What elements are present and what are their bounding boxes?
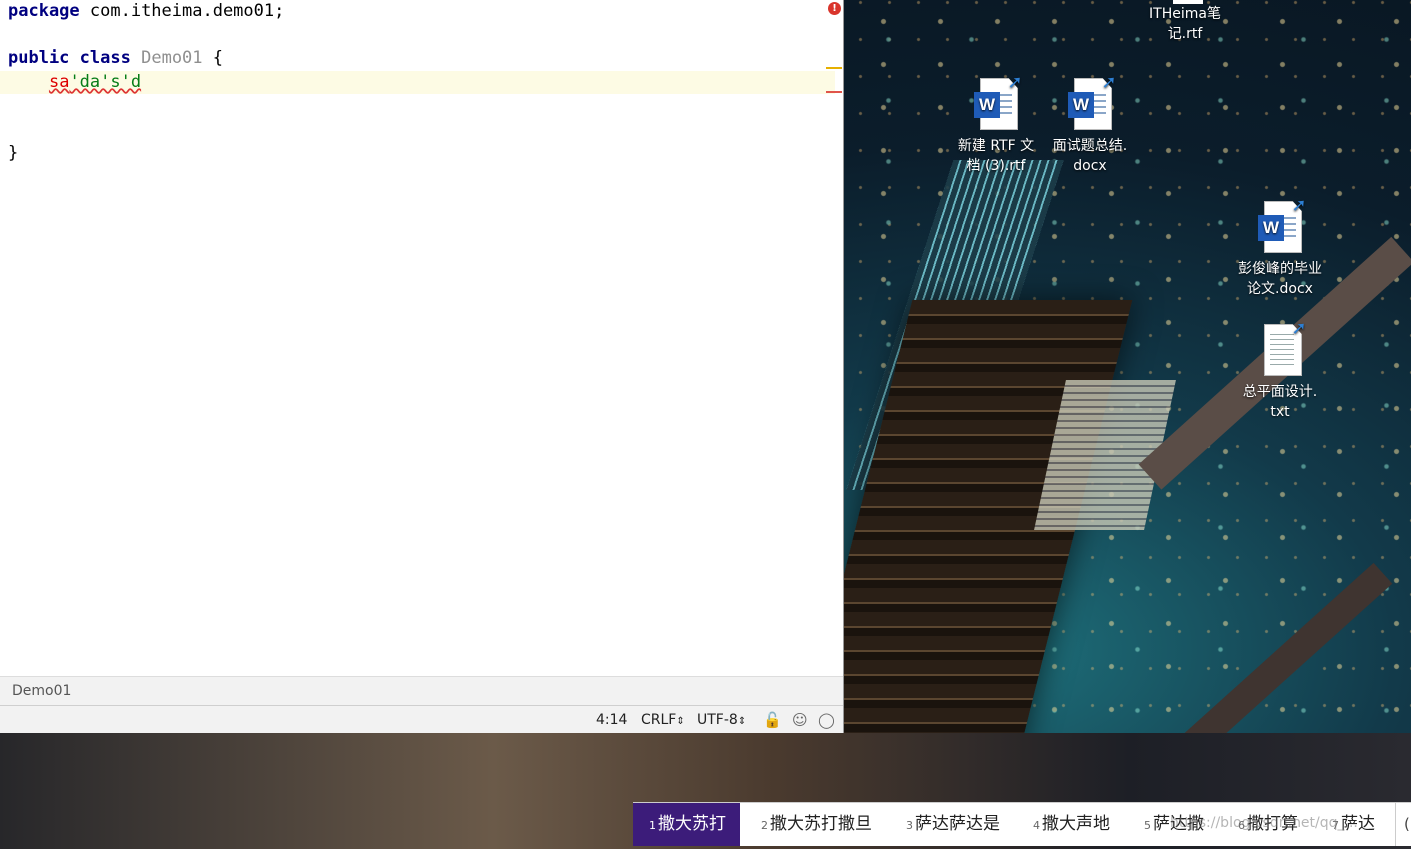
desktop-icon-thesis[interactable]: W ➚ 彭俊峰的毕业 论文.docx [1232,197,1328,299]
desktop-icon-interview-summary[interactable]: W ➚ 面试题总结. docx [1042,74,1138,176]
close-brace: } [8,143,19,163]
shortcut-arrow-icon: ➚ [1101,72,1117,93]
ide-window: package com.itheima.demo01; public class… [0,0,844,733]
desktop-icon-site-plan[interactable]: ➚ 总平面设计. txt [1232,320,1328,422]
candidate-text: 撒大苏打撒旦 [770,814,872,834]
text-file-icon: ➚ [1258,320,1307,376]
word-file-icon: W ➚ [974,74,1023,130]
ime-candidate-4[interactable]: 4 撒大声地 [1033,803,1110,846]
encoding-label: UTF-8 [697,712,738,728]
package-name: com.itheima.demo01; [79,1,285,21]
scrollbar-error-mark[interactable] [826,91,842,93]
code-line-close: } [8,142,18,165]
scrollbar-warning-mark[interactable] [826,67,842,69]
code-editor[interactable]: package com.itheima.demo01; public class… [0,0,843,676]
code-line-current: sa'da's'd [0,71,835,94]
ime-more-button[interactable]: ( [1395,803,1410,846]
shortcut-arrow-icon: ➚ [1291,318,1307,339]
shortcut-arrow-icon: ➚ [1291,195,1307,216]
keyword-class: class [79,48,131,68]
ime-candidate-3[interactable]: 3 萨达萨达是 [906,803,1000,846]
ime-candidate-2[interactable]: 2 撒大苏打撒旦 [761,803,872,846]
candidate-text: 萨达萨达是 [915,814,1000,834]
error-token-char-literal: 'da's'd [69,72,142,92]
candidate-number: 1 [649,819,656,832]
code-line-package: package com.itheima.demo01; [8,0,284,23]
shortcut-arrow-icon: ➚ [1007,72,1023,93]
breadcrumb-item-class[interactable]: Demo01 [12,683,71,699]
word-file-icon: W ➚ [1258,197,1307,253]
desktop-icon-label: 面试题总结. docx [1052,138,1128,174]
word-file-icon: W ➚ [1068,74,1117,130]
notifications-icon[interactable]: ◯ [818,706,835,734]
line-separator-label: CRLF [641,712,677,728]
error-status-icon[interactable]: ! [828,2,841,15]
updown-icon: ⇕ [676,716,685,727]
error-token-identifier: sa [48,72,70,92]
candidate-text: 撒大声地 [1042,814,1110,834]
line-separator-selector[interactable]: CRLF⇕ [641,706,685,736]
lock-icon[interactable]: 🔓 [763,706,782,734]
breadcrumb: Demo01 [0,676,843,705]
updown-icon: ⇕ [737,716,747,727]
rtf-file-icon [1163,0,1207,4]
desktop-icon-label: 新建 RTF 文 档 (3).rtf [957,138,1035,174]
desktop-icon-label: 彭俊峰的毕业 论文.docx [1238,261,1322,297]
open-brace: { [212,48,224,68]
candidate-text: 撒大苏打 [658,814,726,834]
candidate-number: 4 [1033,819,1040,832]
keyword-public: public [8,48,70,68]
ime-candidate-1[interactable]: 1 撒大苏打 [633,803,740,846]
candidate-number: 2 [761,819,768,832]
desktop-icon-new-rtf[interactable]: W ➚ 新建 RTF 文 档 (3).rtf [948,74,1044,176]
desktop-icon-itheima-notes[interactable]: ITHeima笔 记.rtf [1137,0,1233,44]
keyword-package: package [8,1,80,21]
watermark: https://blog.csdn.net/qq_... [1170,815,1358,831]
encoding-selector[interactable]: UTF-8⇕ [697,706,746,736]
inspector-icon[interactable]: ☺ [792,706,808,734]
caret-position[interactable]: 4:14 [596,706,627,734]
class-name: Demo01 [141,48,203,68]
desktop-icon-label: 总平面设计. txt [1242,384,1318,420]
candidate-number: 3 [906,819,913,832]
status-bar: 4:14 CRLF⇕ UTF-8⇕ 🔓 ☺ ◯ [0,705,843,733]
candidate-number: 5 [1144,819,1151,832]
code-line-class: public class Demo01 { [8,47,223,70]
desktop-icon-label: ITHeima笔 记.rtf [1149,6,1221,42]
